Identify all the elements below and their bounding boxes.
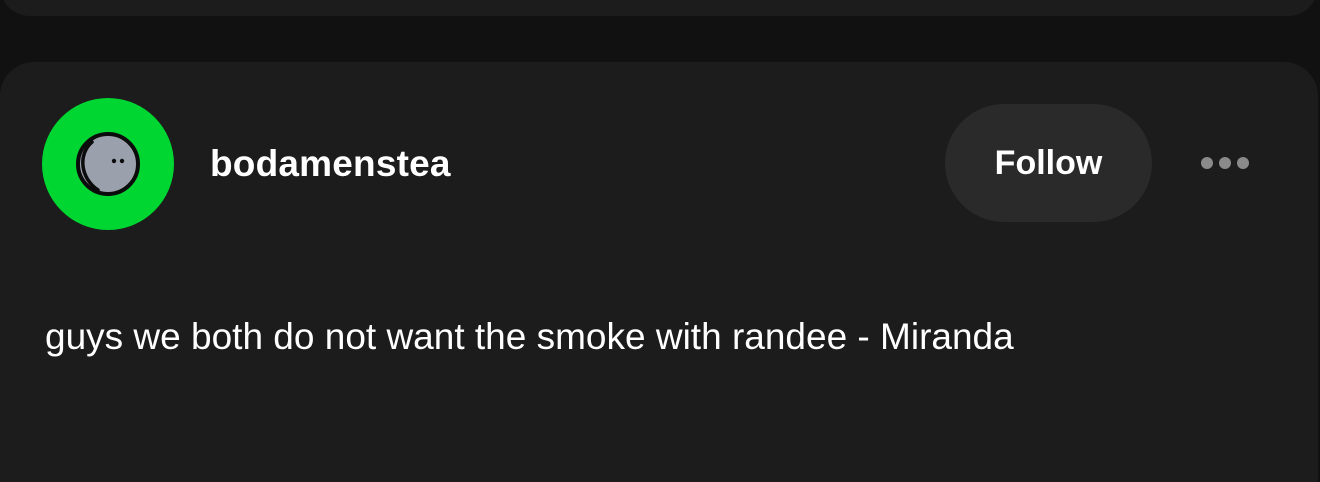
more-options-button[interactable] xyxy=(1186,148,1262,178)
more-options-icon xyxy=(1201,157,1249,169)
avatar[interactable] xyxy=(42,98,174,230)
username-link[interactable]: bodamenstea xyxy=(210,142,451,186)
moon-face-icon xyxy=(76,132,140,196)
post-body-text: guys we both do not want the smoke with … xyxy=(45,316,1014,357)
previous-post-card xyxy=(0,0,1318,16)
follow-button[interactable]: Follow xyxy=(945,104,1152,222)
post-card: bodamenstea Follow guys we both do not w… xyxy=(0,62,1318,482)
